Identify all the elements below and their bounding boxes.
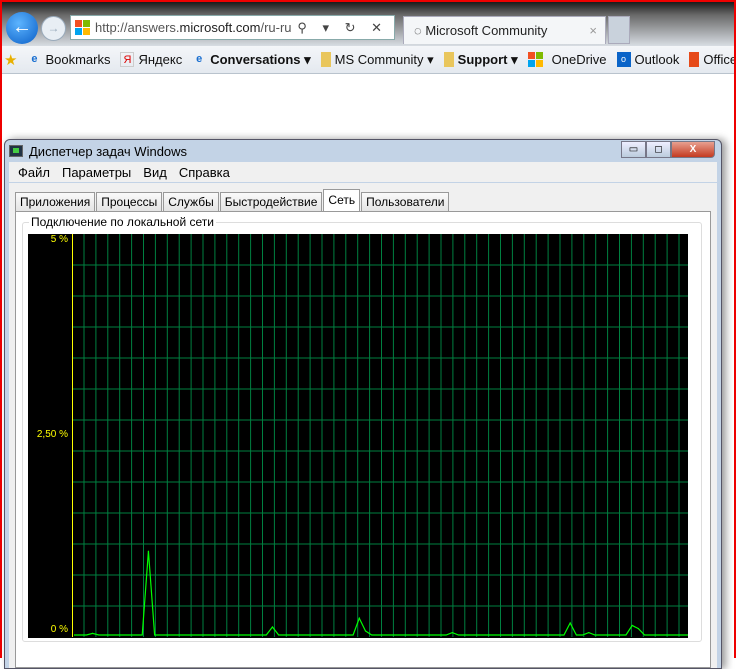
tab-performance[interactable]: Быстродействие (219, 192, 323, 211)
browser-toolbar: ← → http://answers. microsoft.com/ru-ru ⚲… (2, 2, 734, 46)
ie-icon: e (196, 53, 203, 65)
address-bar[interactable]: http://answers. microsoft.com/ru-ru ⚲ ▾ ↻… (70, 15, 395, 40)
maximize-button[interactable]: ◻ (646, 141, 671, 158)
menu-view[interactable]: Вид (143, 165, 167, 180)
data-point (631, 624, 633, 627)
close-button[interactable]: X (671, 141, 715, 158)
data-point (271, 626, 274, 628)
task-manager-icon (9, 145, 23, 157)
fav-office[interactable]: Office Online (689, 52, 734, 67)
menu-file[interactable]: Файл (18, 165, 50, 180)
window-titlebar[interactable]: Диспетчер задач Windows ▭ ◻ X (5, 140, 721, 162)
folder-icon (320, 52, 331, 67)
forward-button[interactable]: → (41, 16, 66, 41)
tab-processes[interactable]: Процессы (96, 192, 163, 211)
connection-name: Подключение по локальной сети (29, 215, 216, 229)
new-tab-button[interactable] (608, 16, 630, 44)
window-title: Диспетчер задач Windows (29, 143, 188, 159)
task-manager-window: Диспетчер задач Windows ▭ ◻ X Файл Парам… (4, 139, 722, 669)
fav-onedrive[interactable]: OneDrive (527, 52, 607, 67)
tab-services[interactable]: Службы (163, 192, 219, 211)
data-point (364, 630, 367, 632)
y-tick-label: 0 % (50, 624, 68, 635)
tab-title: Microsoft Community (425, 23, 548, 38)
plot-area (72, 234, 688, 637)
y-tick-label: 2,50 % (36, 429, 68, 440)
data-point (147, 550, 150, 552)
minimize-button[interactable]: ▭ (621, 141, 646, 158)
office-icon (689, 52, 700, 67)
outlook-icon: o (616, 52, 631, 67)
networking-panel: Подключение по локальной сети 5 % 2,50 %… (15, 211, 711, 668)
window-body: Приложения Процессы Службы Быстродействи… (9, 183, 717, 668)
tab-strip: Приложения Процессы Службы Быстродействи… (9, 189, 717, 211)
connection-group: Подключение по локальной сети 5 % 2,50 %… (22, 215, 702, 642)
fav-support[interactable]: Support ▾ (443, 52, 518, 68)
tab-networking[interactable]: Сеть (323, 189, 361, 211)
favorites-bar: ★ e Bookmarks Я Яндекс e Conversations ▾ MS… (2, 46, 734, 74)
fav-conversations[interactable]: e Conversations ▾ (192, 52, 311, 68)
url-prefix: http://answers. (95, 20, 180, 35)
tab-applications[interactable]: Приложения (15, 192, 96, 211)
menu-bar: Файл Параметры Вид Справка (9, 162, 717, 182)
data-point (92, 632, 94, 635)
site-favicon-icon (75, 20, 90, 35)
fav-bookmarks[interactable]: e Bookmarks (27, 52, 110, 67)
tab-users[interactable]: Пользователи (361, 192, 450, 211)
ms-logo-icon (527, 52, 543, 67)
folder-icon (443, 52, 454, 67)
fav-yandex[interactable]: Я Яндекс (120, 52, 182, 67)
browser-tab[interactable]: ◌ Microsoft Community × (403, 16, 606, 44)
data-point (358, 617, 360, 619)
data-point (451, 632, 453, 634)
tab-close-icon[interactable]: × (589, 23, 597, 38)
fav-outlook[interactable]: o Outlook (616, 52, 679, 67)
favorites-star-icon[interactable]: ★ (4, 51, 17, 69)
menu-options[interactable]: Параметры (62, 165, 131, 180)
address-tools[interactable]: ⚲ ▾ ↻ ✕ (297, 20, 388, 36)
data-point (569, 622, 571, 624)
menu-help[interactable]: Справка (179, 165, 230, 180)
data-point (637, 628, 639, 630)
yandex-icon: Я (120, 52, 135, 67)
url-domain: microsoft.com (179, 20, 261, 35)
ie-icon: e (31, 53, 38, 65)
network-graph: 5 % 2,50 % 0 % (28, 234, 688, 638)
data-point (588, 632, 590, 634)
back-button[interactable]: ← (6, 12, 38, 44)
fav-ms-community[interactable]: MS Community ▾ (320, 52, 434, 68)
y-tick-label: 5 % (50, 234, 68, 245)
url-path: /ru-ru (260, 20, 292, 35)
